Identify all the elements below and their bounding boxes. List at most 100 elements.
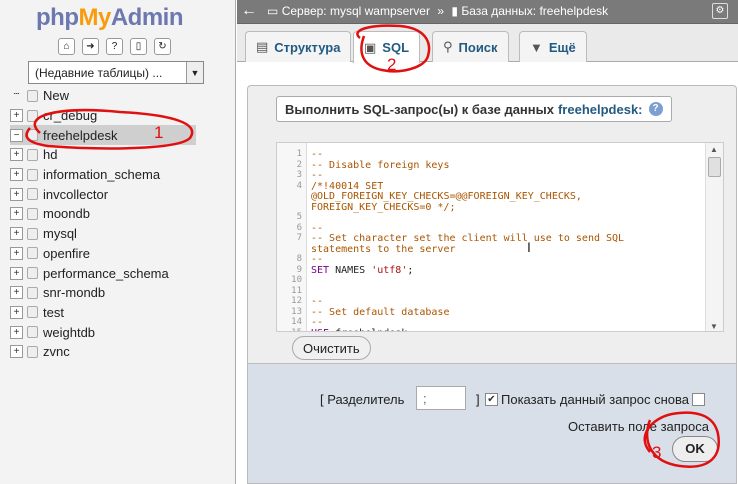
scroll-down-icon[interactable]: ▼ (710, 322, 718, 331)
query-options: [ Разделитель ] ✔ Показать данный запрос… (247, 363, 737, 484)
code-line: -- (311, 149, 324, 160)
expand-icon[interactable]: + (10, 286, 23, 300)
database-item[interactable]: + hd (10, 145, 196, 165)
annotation-number-3: 3 (652, 443, 662, 462)
breadcrumb-bar: ← ▭ Сервер: mysql wampserver » ▮ База да… (237, 0, 738, 24)
keep-query-checkbox[interactable] (692, 393, 705, 406)
annotation-number-1: 1 (154, 123, 164, 142)
search-icon: ⚲ (443, 39, 453, 54)
expand-icon[interactable]: + (10, 345, 23, 359)
code-line: -- (311, 296, 324, 307)
line-number: 14 (291, 317, 302, 327)
nav-icon-bar: ⌂ ➜ ? ▯ ↻ (58, 38, 171, 55)
clear-button[interactable]: Очистить (292, 336, 371, 360)
settings-icon[interactable]: ⚙ (712, 3, 728, 19)
line-number: 9 (296, 264, 302, 275)
help-icon[interactable]: ? (648, 102, 663, 116)
expand-icon[interactable]: + (10, 187, 23, 201)
line-number: 15 (291, 328, 302, 332)
line-number: 2 (296, 159, 302, 170)
tab-bar: ▤ Структура ▣ SQL ⚲ Поиск ▼ Ещё (237, 24, 738, 63)
line-number: 8 (296, 254, 302, 264)
expand-icon[interactable]: + (10, 266, 23, 280)
database-item[interactable]: + snr-mondb (10, 283, 196, 303)
database-item[interactable]: + openfire (10, 244, 196, 264)
database-icon (27, 227, 38, 240)
database-icon (27, 267, 38, 280)
database-item[interactable]: + weightdb (10, 322, 196, 342)
navigation-panel: phpMyAdmin ⌂ ➜ ? ▯ ↻ (Недавние таблицы) … (0, 0, 236, 484)
code-line: SET NAMES 'utf8'; (311, 264, 414, 276)
database-item[interactable]: + moondb (10, 204, 196, 224)
database-icon (27, 207, 38, 220)
tab-structure[interactable]: ▤ Структура (245, 31, 352, 62)
delimiter-bracket: ] (476, 392, 480, 407)
database-tree: ┄ New + cr_debug − freehelpdesk + hd + inform… (10, 86, 196, 362)
database-item[interactable]: + test (10, 303, 196, 323)
code-line: -- Set default database (311, 306, 450, 318)
breadcrumb: ▭ Сервер: mysql wampserver » ▮ База данн… (267, 4, 608, 18)
line-number: 7 (296, 233, 302, 243)
expand-icon[interactable]: + (10, 148, 23, 162)
home-icon[interactable]: ⌂ (58, 38, 75, 55)
expand-icon[interactable]: + (10, 227, 23, 241)
database-icon (27, 129, 38, 142)
database-item-selected[interactable]: − freehelpdesk (10, 125, 196, 146)
database-item[interactable]: + information_schema (10, 165, 196, 185)
scrollbar-thumb[interactable] (708, 157, 721, 177)
tab-more[interactable]: ▼ Ещё (519, 31, 587, 62)
line-number: 1 (296, 149, 302, 159)
expand-icon[interactable]: + (10, 246, 23, 260)
line-number: 11 (291, 285, 302, 296)
code-line: @OLD_FOREIGN_KEY_CHECKS=@@FOREIGN_KEY_CH… (311, 191, 582, 202)
expand-icon[interactable]: + (10, 168, 23, 182)
code-line: -- (311, 317, 324, 328)
phpmyadmin-logo[interactable]: phpMyAdmin (36, 4, 184, 32)
expand-icon[interactable]: + (10, 109, 23, 123)
database-icon (27, 326, 38, 339)
database-item[interactable]: + zvnc (10, 342, 196, 362)
exit-icon[interactable]: ➜ (82, 38, 99, 55)
database-item[interactable]: + mysql (10, 224, 196, 244)
collapse-icon[interactable]: − (10, 128, 23, 142)
new-database-item[interactable]: ┄ New (10, 86, 196, 106)
show-query-label[interactable]: Показать данный запрос снова (501, 392, 689, 407)
line-number: 4 (296, 180, 302, 191)
breadcrumb-database[interactable]: База данных: freehelpdesk (461, 4, 608, 18)
new-database-icon (27, 89, 38, 102)
delimiter-input[interactable] (416, 386, 466, 410)
reload-icon[interactable]: ↻ (154, 38, 171, 55)
back-arrow-icon[interactable]: ← (241, 2, 257, 20)
chevron-down-icon[interactable]: ▼ (186, 62, 203, 83)
database-item[interactable]: + performance_schema (10, 263, 196, 283)
main-content: Выполнить SQL-запрос(ы) к базе данных fr… (237, 63, 738, 484)
text-cursor-icon: I (527, 239, 531, 255)
chevron-down-icon: ▼ (530, 39, 543, 55)
database-item[interactable]: + cr_debug (10, 106, 196, 126)
expand-icon[interactable]: + (10, 325, 23, 339)
tab-search[interactable]: ⚲ Поиск (432, 31, 509, 62)
breadcrumb-separator: » (437, 4, 445, 18)
database-item[interactable]: + invcollector (10, 184, 196, 204)
scroll-up-icon[interactable]: ▲ (710, 145, 718, 154)
server-icon: ▭ (267, 4, 279, 18)
expand-icon[interactable]: + (10, 305, 23, 319)
ok-button[interactable]: OK (672, 436, 718, 462)
database-icon (27, 188, 38, 201)
query-legend: Выполнить SQL-запрос(ы) к базе данных fr… (276, 96, 672, 122)
expand-icon[interactable]: + (10, 207, 23, 221)
code-line: -- Disable foreign keys (311, 159, 450, 171)
delimiter-label: [ Разделитель (320, 392, 405, 407)
line-number: 13 (291, 306, 302, 317)
show-query-checkbox[interactable]: ✔ (485, 393, 498, 406)
database-icon (27, 345, 38, 358)
code-line: USE freehelpdesk; (311, 328, 413, 332)
help-icon[interactable]: ? (106, 38, 123, 55)
keep-query-label[interactable]: Оставить поле запроса (568, 419, 709, 434)
sql-editor[interactable]: 12345678910111213141516 ---- Disable for… (276, 142, 724, 332)
breadcrumb-server[interactable]: Сервер: mysql wampserver (282, 4, 430, 18)
structure-icon: ▤ (256, 39, 269, 54)
editor-scrollbar[interactable]: ▲ ▼ (705, 143, 723, 331)
docs-icon[interactable]: ▯ (130, 38, 147, 55)
recent-tables-select[interactable]: (Недавние таблицы) ... ▼ (28, 61, 204, 84)
